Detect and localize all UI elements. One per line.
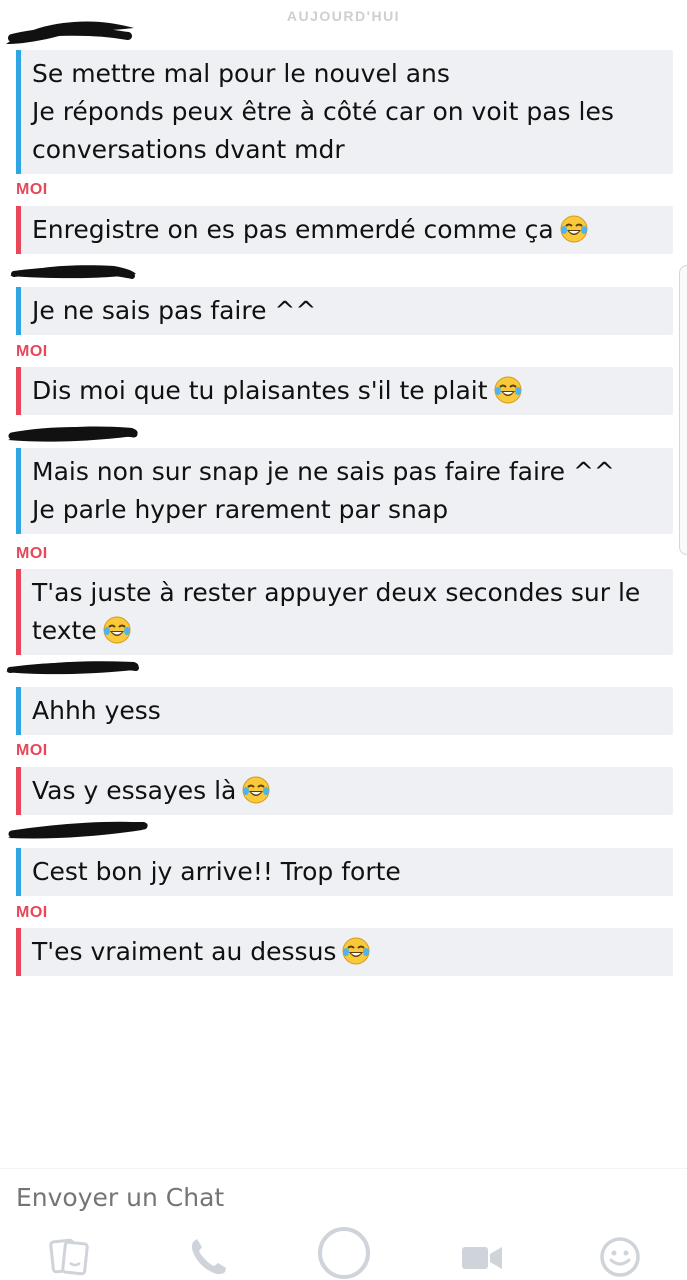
sender-name-redacted xyxy=(4,654,144,684)
sender-label-me: MOI xyxy=(16,343,48,360)
message-accent-bar xyxy=(16,287,21,335)
tears-of-joy-emoji xyxy=(103,616,131,644)
message-text: T'es vraiment au dessus xyxy=(32,937,337,966)
message-line: Dis moi que tu plaisantes s'il te plait xyxy=(32,372,659,410)
message-text: Se mettre mal pour le nouvel ans xyxy=(32,59,450,88)
compose-bar xyxy=(0,1168,687,1280)
message-bubble[interactable]: Se mettre mal pour le nouvel ans Je répo… xyxy=(16,50,673,174)
tears-of-joy-emoji xyxy=(560,215,588,243)
video-call-icon[interactable] xyxy=(460,1235,504,1279)
message-accent-bar xyxy=(16,848,21,896)
chat-toolbar xyxy=(0,1227,687,1280)
message-bubble[interactable]: T'as juste à rester appuyer deux seconde… xyxy=(16,569,673,655)
message-bubble[interactable]: Enregistre on es pas emmerdé comme ça xyxy=(16,206,673,254)
message-bubble[interactable]: T'es vraiment au dessus xyxy=(16,928,673,976)
chat-input[interactable] xyxy=(16,1183,616,1212)
sender-label-me: MOI xyxy=(16,181,48,198)
phone-icon[interactable] xyxy=(186,1235,230,1279)
message-bubble[interactable]: Vas y essayes là xyxy=(16,767,673,815)
message-text: Vas y essayes là xyxy=(32,776,237,805)
message-text: texte xyxy=(32,616,97,645)
message-accent-bar xyxy=(16,687,21,735)
message-text: Je ne sais pas faire ^^ xyxy=(32,296,317,325)
message-accent-bar xyxy=(16,206,21,254)
message-accent-bar xyxy=(16,448,21,534)
capture-button-icon[interactable] xyxy=(316,1225,372,1280)
message-text: Je parle hyper rarement par snap xyxy=(32,495,449,524)
message-bubble[interactable]: Mais non sur snap je ne sais pas faire f… xyxy=(16,448,673,534)
sender-name-redacted xyxy=(4,14,144,44)
message-text: Je réponds peux être à côté car on voit … xyxy=(32,97,614,126)
message-bubble[interactable]: Je ne sais pas faire ^^ xyxy=(16,287,673,335)
message-text: Enregistre on es pas emmerdé comme ça xyxy=(32,215,554,244)
message-bubble[interactable]: Ahhh yess xyxy=(16,687,673,735)
sender-label-me: MOI xyxy=(16,742,48,759)
sender-label-me: MOI xyxy=(16,904,48,921)
sender-name-redacted xyxy=(4,256,144,286)
message-accent-bar xyxy=(16,767,21,815)
tears-of-joy-emoji xyxy=(242,776,270,804)
message-line: T'es vraiment au dessus xyxy=(32,933,659,971)
message-text: conversations dvant mdr xyxy=(32,135,345,164)
message-text: Ahhh yess xyxy=(32,696,161,725)
tears-of-joy-emoji xyxy=(494,376,522,404)
message-accent-bar xyxy=(16,569,21,655)
sender-name-redacted xyxy=(4,418,144,448)
emoji-icon[interactable] xyxy=(598,1235,642,1279)
message-accent-bar xyxy=(16,928,21,976)
tears-of-joy-emoji xyxy=(342,937,370,965)
message-text: T'as juste à rester appuyer deux seconde… xyxy=(32,578,641,607)
message-accent-bar xyxy=(16,367,21,415)
sender-name-redacted xyxy=(4,814,154,844)
message-bubble[interactable]: Cest bon jy arrive!! Trop forte xyxy=(16,848,673,896)
message-text: Cest bon jy arrive!! Trop forte xyxy=(32,857,401,886)
scroll-handle[interactable] xyxy=(679,265,687,555)
message-line: Enregistre on es pas emmerdé comme ça xyxy=(32,211,659,249)
stickers-icon[interactable] xyxy=(48,1235,92,1279)
message-bubble[interactable]: Dis moi que tu plaisantes s'il te plait xyxy=(16,367,673,415)
sender-label-me: MOI xyxy=(16,545,48,562)
message-accent-bar xyxy=(16,50,21,174)
message-text: Dis moi que tu plaisantes s'il te plait xyxy=(32,376,488,405)
message-line: texte xyxy=(32,612,659,650)
message-line: Vas y essayes là xyxy=(32,772,659,810)
message-text: Mais non sur snap je ne sais pas faire f… xyxy=(32,457,615,486)
